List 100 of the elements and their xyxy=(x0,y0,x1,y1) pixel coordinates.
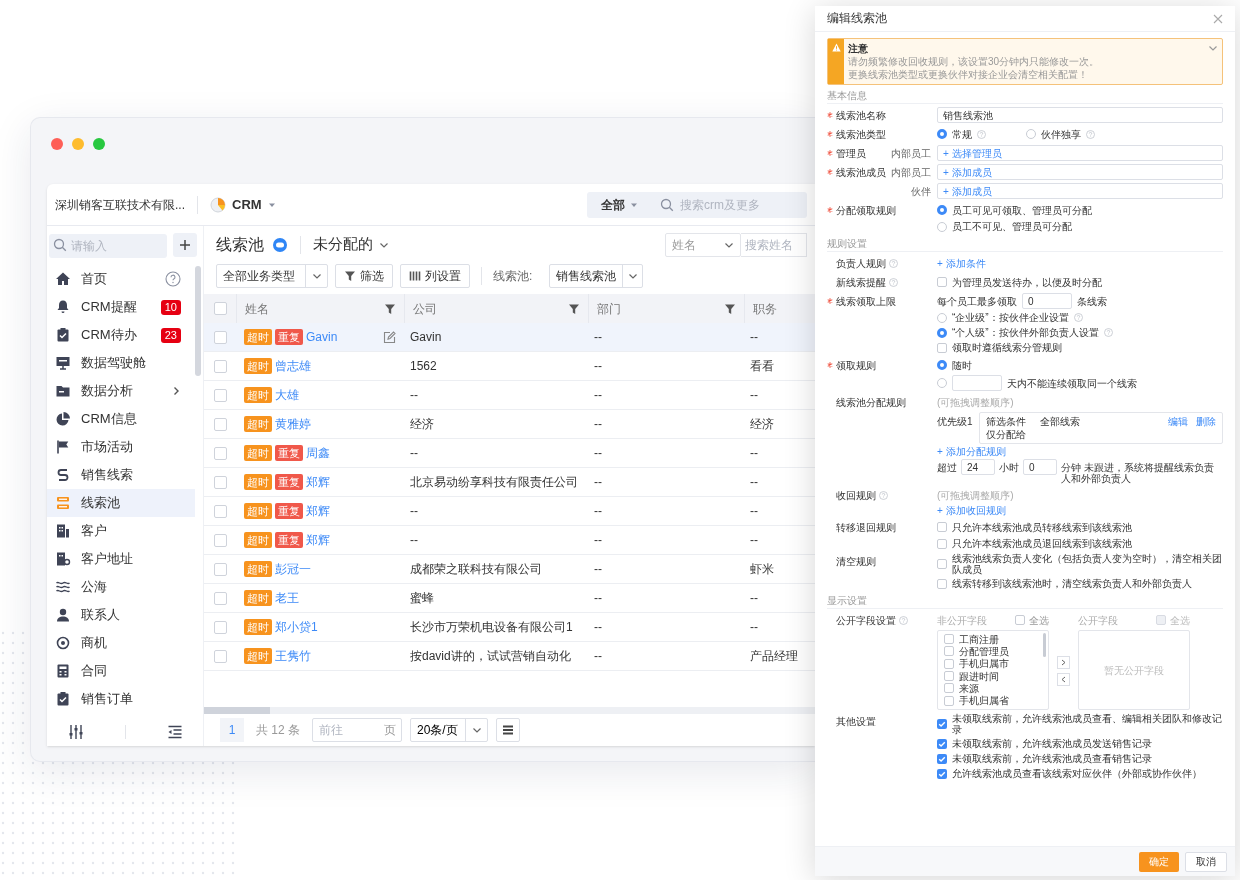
table-row[interactable]: 超时 重复 周鑫 -- -- -- xyxy=(204,439,815,468)
table-row[interactable]: 超时 重复 郑辉 北京易动纷享科技有限责任公司 -- -- xyxy=(204,468,815,497)
lead-name-link[interactable]: 王隽竹 xyxy=(275,647,311,665)
sidebar-item[interactable]: 公海 xyxy=(47,573,195,601)
checkbox[interactable] xyxy=(214,302,227,315)
maximize-button[interactable] xyxy=(93,138,105,150)
lead-name-link[interactable]: 周鑫 xyxy=(306,444,330,462)
name-search-field[interactable]: 搜索姓名 xyxy=(741,232,807,257)
checkbox[interactable] xyxy=(937,738,947,749)
radio-button[interactable] xyxy=(937,129,947,139)
scrollbar-thumb[interactable] xyxy=(1043,633,1046,657)
cancel-button[interactable]: 取消 xyxy=(1185,851,1227,872)
checkbox[interactable] xyxy=(937,768,947,779)
picker-field[interactable]: + 选择管理员 xyxy=(937,145,1223,161)
filter-icon[interactable] xyxy=(724,302,736,315)
picker-field[interactable]: + 添加成员 xyxy=(937,183,1223,199)
help-icon[interactable] xyxy=(899,615,908,625)
lead-name-link[interactable]: 彭冠一 xyxy=(275,560,311,578)
radio-button[interactable] xyxy=(937,205,947,215)
sidebar-item[interactable]: CRM待办 23 xyxy=(47,321,195,349)
delete-link[interactable]: 删除 xyxy=(1196,416,1216,440)
list-view-button[interactable] xyxy=(496,718,520,742)
sidebar-item[interactable]: 客户 xyxy=(47,517,195,545)
page-size-select[interactable]: 20条/页 xyxy=(410,718,488,742)
checkbox[interactable] xyxy=(214,417,227,431)
table-row[interactable]: 超时 彭冠一 成都荣之联科技有限公司 -- 虾米 xyxy=(204,555,815,584)
radio-button[interactable] xyxy=(937,312,947,323)
checkbox[interactable] xyxy=(214,446,227,460)
number-field[interactable] xyxy=(952,375,1002,391)
sidebar-item[interactable]: 商机 xyxy=(47,629,195,657)
sidebar-item[interactable]: 联系人 xyxy=(47,601,195,629)
checkbox[interactable] xyxy=(944,683,954,694)
checkbox[interactable] xyxy=(937,719,947,729)
lead-name-link[interactable]: 黄雅婷 xyxy=(275,415,311,433)
sidebar-item[interactable]: 销售线索 xyxy=(47,461,195,489)
sidebar-item[interactable]: 数据分析 xyxy=(47,377,195,405)
table-row[interactable]: 超时 王隽竹 按david讲的，试试营销自动化 -- 产品经理 xyxy=(204,642,815,671)
sidebar-item[interactable]: 数据驾驶舱 xyxy=(47,349,195,377)
move-left-button[interactable] xyxy=(1057,673,1070,686)
scrollbar-thumb[interactable] xyxy=(195,266,201,376)
help-icon[interactable] xyxy=(889,277,898,287)
checkbox[interactable] xyxy=(214,388,227,402)
checkbox[interactable] xyxy=(214,359,227,373)
global-search-field[interactable]: 搜索crm及更多 xyxy=(652,191,807,218)
table-row[interactable]: 超时 重复 Gavin Gavin -- -- xyxy=(204,323,815,352)
move-right-button[interactable] xyxy=(1057,656,1070,669)
checkbox[interactable] xyxy=(944,646,954,657)
add-rule-link[interactable]: + 添加收回规则 xyxy=(937,505,1223,516)
indent-icon[interactable] xyxy=(166,724,183,740)
checkbox[interactable] xyxy=(214,533,227,547)
checkbox[interactable] xyxy=(1015,615,1025,625)
number-field[interactable]: 0 xyxy=(1023,459,1057,475)
checkbox[interactable] xyxy=(214,591,227,605)
minimize-button[interactable] xyxy=(72,138,84,150)
table-row[interactable]: 超时 重复 郑辉 -- -- -- xyxy=(204,497,815,526)
add-button[interactable] xyxy=(173,233,197,257)
text-field[interactable]: 销售线索池 xyxy=(937,107,1223,123)
help-icon[interactable] xyxy=(879,490,888,500)
column-settings-button[interactable]: 列设置 xyxy=(400,264,470,288)
radio-button[interactable] xyxy=(937,360,947,370)
checkbox[interactable] xyxy=(937,753,947,764)
close-icon[interactable] xyxy=(1213,13,1223,24)
view-dropdown[interactable]: 未分配的 xyxy=(313,233,389,256)
lead-name-link[interactable]: 郑辉 xyxy=(306,531,330,549)
chat-icon[interactable] xyxy=(272,236,288,253)
checkbox[interactable] xyxy=(214,620,227,634)
lead-name-link[interactable]: 曾志雄 xyxy=(275,357,311,375)
checkbox[interactable] xyxy=(944,671,954,682)
radio-button[interactable] xyxy=(937,378,947,388)
lead-name-link[interactable]: 郑辉 xyxy=(306,473,330,491)
table-row[interactable]: 超时 重复 郑辉 -- -- -- xyxy=(204,526,815,555)
picker-field[interactable]: + 添加成员 xyxy=(937,164,1223,180)
checkbox[interactable] xyxy=(944,695,954,706)
add-rule-link[interactable]: + 添加分配规则 xyxy=(937,446,1223,457)
lead-name-link[interactable]: 大雄 xyxy=(275,386,299,404)
edit-icon[interactable] xyxy=(383,330,396,344)
table-row[interactable]: 超时 老王 蜜蜂 -- -- xyxy=(204,584,815,613)
help-icon[interactable] xyxy=(889,258,898,268)
checkbox[interactable] xyxy=(214,562,227,576)
sidebar-item[interactable]: 首页 xyxy=(47,265,195,293)
sidebar-item[interactable]: 销售订单 xyxy=(47,685,195,713)
sidebar-item[interactable]: 客户地址 xyxy=(47,545,195,573)
checkbox[interactable] xyxy=(937,277,947,287)
checkbox[interactable] xyxy=(214,504,227,518)
sidebar-item[interactable]: 合同 xyxy=(47,657,195,685)
checkbox[interactable] xyxy=(944,634,954,645)
sidebar-search-field[interactable]: 请输入 xyxy=(49,234,167,258)
filter-button[interactable]: 筛选 xyxy=(335,264,393,288)
checkbox[interactable] xyxy=(937,578,947,589)
radio-button[interactable] xyxy=(1026,129,1036,139)
checkbox[interactable] xyxy=(214,330,227,344)
scope-dropdown[interactable]: 全部 xyxy=(587,191,652,218)
help-icon[interactable] xyxy=(165,271,181,287)
table-row[interactable]: 超时 郑小贷1 长沙市万荣机电设备有限公司1 -- -- xyxy=(204,613,815,642)
help-icon[interactable] xyxy=(1073,313,1083,322)
lead-name-link[interactable]: 郑辉 xyxy=(306,502,330,520)
sidebar-item[interactable]: 市场活动 xyxy=(47,433,195,461)
sidebar-item[interactable]: CRM信息 xyxy=(47,405,195,433)
add-condition-link[interactable]: + 添加条件 xyxy=(937,257,986,269)
help-icon[interactable] xyxy=(977,129,986,139)
